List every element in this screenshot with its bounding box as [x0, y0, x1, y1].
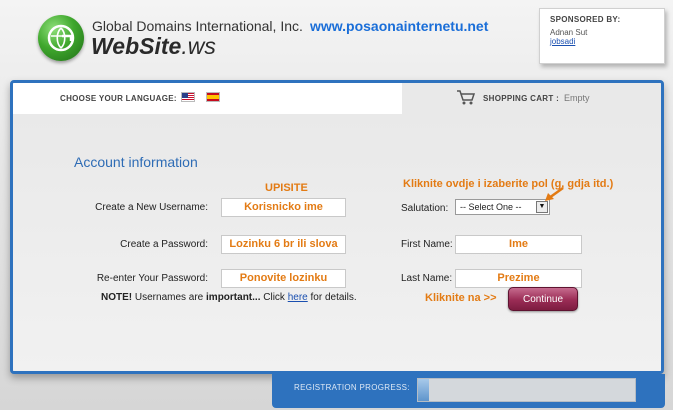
usernames-note: NOTE! Usernames are important... Click h… [101, 292, 357, 303]
lastname-input[interactable]: Prezime [455, 269, 582, 288]
sponsor-name: Adnan Sut [550, 28, 588, 37]
salutation-label: Salutation: [401, 203, 449, 214]
cart-status: Empty [564, 93, 590, 103]
sponsor-link[interactable]: jobsadi [550, 37, 654, 46]
password-input[interactable]: Lozinku 6 br ili slova [221, 235, 346, 254]
lastname-label: Last Name: [401, 273, 453, 284]
progress-track [417, 378, 636, 402]
annotation-salutation: Kliknite ovdje i izaberite pol (g, gdja … [403, 178, 614, 190]
arrow-pointer-icon [545, 187, 564, 201]
annotation-continue: Kliknite na >> [425, 292, 497, 304]
note-text-2: Click [260, 292, 288, 303]
note-text-1: Usernames are [132, 292, 207, 303]
cart-bar: SHOPPING CART : Empty [402, 83, 661, 114]
username-label: Create a New Username: [95, 202, 208, 213]
note-text-3: for details. [307, 292, 357, 303]
repassword-label: Re-enter Your Password: [96, 273, 208, 284]
sponsor-title: SPONSORED BY: [550, 15, 621, 24]
progress-label: REGISTRATION PROGRESS: [294, 383, 410, 392]
registration-panel: CHOOSE YOUR LANGUAGE: SHOPPING CART : Em… [10, 80, 664, 374]
help-link[interactable]: here [288, 292, 308, 303]
cart-label: SHOPPING CART : [483, 94, 560, 103]
site-name-main: WebSite [91, 33, 182, 59]
note-important: important... [206, 292, 261, 303]
language-label: CHOOSE YOUR LANGUAGE: [60, 94, 177, 103]
repassword-input[interactable]: Ponovite lozinku [221, 269, 346, 288]
annotation-upisite: UPISITE [265, 182, 308, 194]
site-name-tld: .ws [181, 33, 216, 59]
site-name: WebSite.ws [91, 33, 216, 60]
firstname-label: First Name: [401, 239, 453, 250]
gdi-logo-icon [38, 15, 84, 61]
progress-fill [418, 379, 429, 401]
section-title: Account information [74, 154, 198, 170]
form-area: Account information UPISITE Kliknite ovd… [13, 114, 661, 371]
sponsor-box: SPONSORED BY: Adnan Sut jobsadi [539, 8, 665, 64]
company-name: Global Domains International, Inc. [92, 18, 303, 34]
password-label: Create a Password: [120, 239, 208, 250]
continue-button[interactable]: Continue [508, 287, 578, 311]
spain-flag-icon[interactable] [206, 92, 220, 102]
salutation-select-value: -- Select One -- [460, 202, 522, 212]
salutation-select[interactable]: -- Select One -- ▼ [455, 199, 550, 215]
us-flag-icon[interactable] [181, 92, 195, 102]
username-input[interactable]: Korisnicko ime [221, 198, 346, 217]
note-prefix: NOTE! [101, 292, 133, 303]
cart-icon[interactable] [456, 89, 476, 105]
language-bar: CHOOSE YOUR LANGUAGE: [13, 83, 402, 114]
registration-progress: REGISTRATION PROGRESS: [272, 374, 665, 408]
firstname-input[interactable]: Ime [455, 235, 582, 254]
banner-url: www.posaonainternetu.net [310, 18, 489, 34]
